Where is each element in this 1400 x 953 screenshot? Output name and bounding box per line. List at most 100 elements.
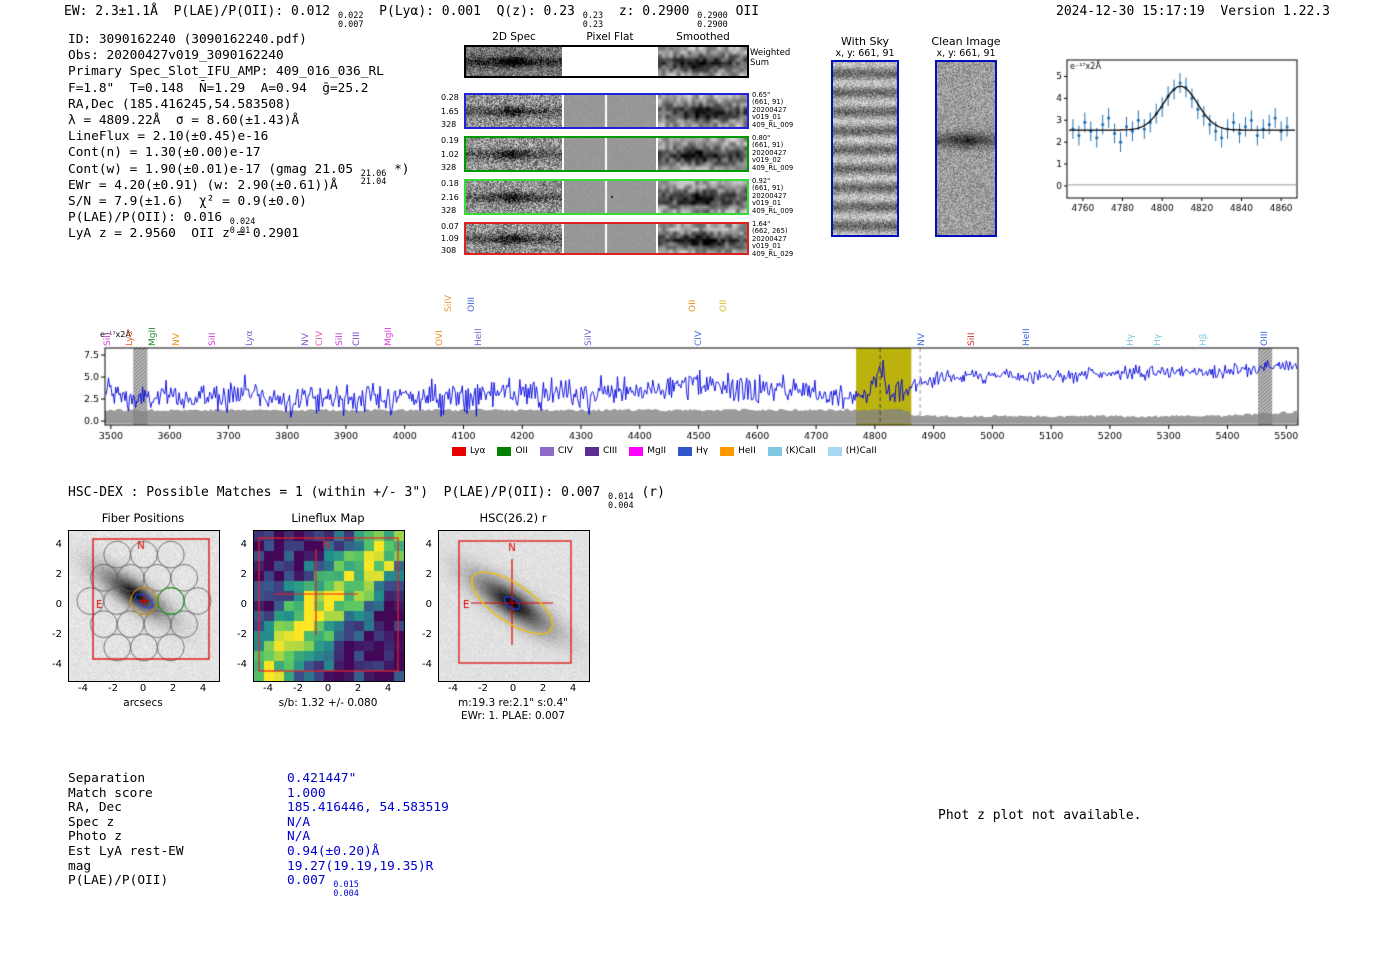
cutout-row bbox=[464, 136, 749, 172]
match-row-value: N/A bbox=[287, 829, 311, 845]
smoothed-image bbox=[658, 181, 747, 213]
uncertainty-lower: 0.004 bbox=[608, 500, 634, 511]
legend-swatch bbox=[539, 446, 554, 456]
match-row-label: Spec z bbox=[68, 814, 115, 830]
clean-image-panel bbox=[935, 60, 997, 237]
axis-tick-label: -4 bbox=[422, 659, 432, 670]
axis-tick-label: -2 bbox=[52, 629, 62, 640]
match-row-value: 19.27(19.19,19.35)R bbox=[287, 858, 434, 874]
cutout-left-value: 1.02 bbox=[441, 149, 459, 159]
legend-item: Lyα bbox=[452, 446, 485, 456]
info-line: F=1.8" T=0.148 N̄=1.29 A=0.94 ḡ=25.2 bbox=[68, 80, 369, 96]
match-row-value: N/A bbox=[287, 814, 311, 830]
axis-tick-label: 2 bbox=[539, 683, 547, 694]
spectral-line-marker: NV bbox=[301, 333, 312, 346]
legend-label: Lyα bbox=[470, 446, 486, 456]
spec-2d-image bbox=[466, 47, 562, 76]
legend-item: Hγ bbox=[678, 446, 708, 456]
lineflux-map bbox=[253, 530, 405, 682]
legend-swatch bbox=[678, 446, 693, 456]
hsc-r-band-image bbox=[438, 530, 590, 682]
cutout-row-right-label: 1.64" (662, 265) 20200427 v019_01 409_RL_029 bbox=[752, 220, 793, 258]
spectral-line-marker: CIII bbox=[351, 331, 362, 346]
cutout-row-left-values: 0.28 1.65 328 bbox=[441, 93, 461, 129]
spectral-line-marker: OIII bbox=[1260, 330, 1271, 346]
lineflux-map-title: Lineflux Map bbox=[291, 511, 365, 525]
axis-tick-label: 4 bbox=[569, 683, 577, 694]
axis-tick-label: -2 bbox=[293, 683, 303, 694]
cutout-left-value: 328 bbox=[441, 120, 457, 129]
fiber-xlabel: arcsecs bbox=[123, 697, 163, 709]
match-row: RA, Dec 185.416446, 54.583519 bbox=[68, 800, 449, 816]
header-summary: EW: 2.3±1.1Å P(LAE)/P(OII): 0.012 0.022 0… bbox=[64, 4, 760, 30]
photz-unavailable-note: Phot z plot not available. bbox=[938, 808, 1142, 823]
spec-2d-image bbox=[466, 181, 562, 213]
with-sky-panel bbox=[831, 60, 899, 237]
info-line: LineFlux = 2.10(±0.45)e-16 bbox=[68, 129, 269, 145]
axis-tick-label: 4 bbox=[384, 683, 392, 694]
uncertainty-stack: 0.014 0.004 bbox=[608, 493, 634, 510]
legend-label: CIV bbox=[557, 446, 573, 456]
match-row-label: Separation bbox=[68, 771, 146, 786]
uncertainty-lower: 0.004 bbox=[333, 888, 359, 899]
spec-2d-image bbox=[466, 138, 562, 170]
timestamp: 2024-12-30 15:17:19 bbox=[1056, 4, 1205, 19]
uncertainty-lower: 0.23 bbox=[582, 19, 604, 30]
legend-item: HeII bbox=[720, 446, 756, 456]
header-datetime: 2024-12-30 15:17:19 Version 1.22.3 bbox=[1056, 4, 1330, 19]
spectral-line-marker: MgII bbox=[148, 327, 159, 346]
spectral-line-marker: HeII bbox=[474, 328, 485, 346]
info-line: Primary Spec_Slot_IFU_AMP: 409_016_036_R… bbox=[68, 64, 384, 80]
cutout-left-value: 328 bbox=[441, 163, 457, 172]
info-line: Obs: 20200427v019_3090162240 bbox=[68, 48, 284, 64]
axis-tick-label: -4 bbox=[448, 683, 458, 694]
match-row: Match score 1.000 bbox=[68, 786, 449, 802]
uncertainty-lower: 0.007 bbox=[337, 19, 364, 30]
cutout-row-right-label: 0.65" (661, 91) 20200427 v019_01 409_RL_009 bbox=[752, 91, 793, 129]
cutout-left-value: 1.65 bbox=[441, 106, 459, 116]
cutout-row bbox=[464, 45, 749, 78]
with-sky-title-text: With Sky bbox=[841, 35, 889, 48]
axis-tick-label: 4 bbox=[425, 539, 432, 550]
match-row-label: RA, Dec bbox=[68, 800, 122, 816]
cutout-left-value: 1.09 bbox=[441, 234, 459, 243]
axis-tick-label: -2 bbox=[478, 683, 488, 694]
clean-image-subtitle: x, y: 661, 91 bbox=[936, 48, 996, 59]
spectral-line-marker: OII bbox=[687, 299, 698, 312]
legend-item: (K)CaII bbox=[767, 446, 816, 456]
column-header-pixel-flat: Pixel Flat bbox=[586, 31, 634, 43]
match-row: P(LAE)/P(OII) 0.007 0.015 0.004 bbox=[68, 873, 449, 899]
axis-tick-label: 2 bbox=[55, 569, 62, 580]
match-row-value: 185.416446, 54.583519 bbox=[287, 800, 449, 816]
cutout-row-right-label: 0.80" (661, 91) 20200427 v019_02 409_RL_009 bbox=[752, 134, 794, 172]
legend-swatch bbox=[827, 446, 842, 456]
column-header-2d-spec: 2D Spec bbox=[492, 31, 536, 43]
legend-item: (H)CaII bbox=[827, 446, 877, 456]
cutout-row bbox=[464, 179, 749, 215]
axis-tick-label: 0 bbox=[324, 683, 332, 694]
cutout-left-value: 0.28 bbox=[441, 93, 459, 102]
spectral-line-marker: HeII bbox=[1022, 328, 1033, 346]
match-row-label: Photo z bbox=[68, 829, 122, 845]
axis-tick-label: 0 bbox=[55, 599, 62, 610]
match-row-value: 0.421447" bbox=[287, 771, 357, 786]
cutout-left-value: 2.16 bbox=[441, 192, 459, 202]
legend-label: (H)CaII bbox=[845, 446, 877, 456]
info-line: Cont(w) = 1.90(±0.01)e-17 (gmag 21.05 21… bbox=[68, 161, 410, 187]
hsc-caption-ewr-plae: EWr: 1. PLAE: 0.007 bbox=[460, 710, 566, 722]
pixel-flat-image bbox=[564, 95, 656, 127]
info-line: P(LAE)/P(OII): 0.016 0.024 0.01 bbox=[68, 210, 256, 236]
axis-tick-label: -4 bbox=[263, 683, 273, 694]
info-line: S/N = 7.9(±1.6) χ² = 0.9(±0.0) bbox=[68, 193, 307, 209]
with-sky-title: With Sky x, y: 661, 91 bbox=[829, 36, 901, 60]
legend-item: CIV bbox=[539, 446, 573, 456]
spectral-line-marker: Hγ bbox=[1152, 333, 1163, 346]
info-line: λ = 4809.22Å σ = 8.60(±1.43)Å bbox=[68, 112, 300, 128]
clean-image-title-text: Clean Image bbox=[931, 35, 1001, 48]
cutout-row bbox=[464, 93, 749, 129]
axis-tick-label: 4 bbox=[240, 539, 247, 550]
axis-tick-label: 0 bbox=[240, 599, 247, 610]
match-row-label: mag bbox=[68, 858, 92, 874]
info-line: RA,Dec (185.416245,54.583508) bbox=[68, 96, 292, 112]
cutout-right-label-line: 409_RL_009 bbox=[752, 163, 794, 172]
